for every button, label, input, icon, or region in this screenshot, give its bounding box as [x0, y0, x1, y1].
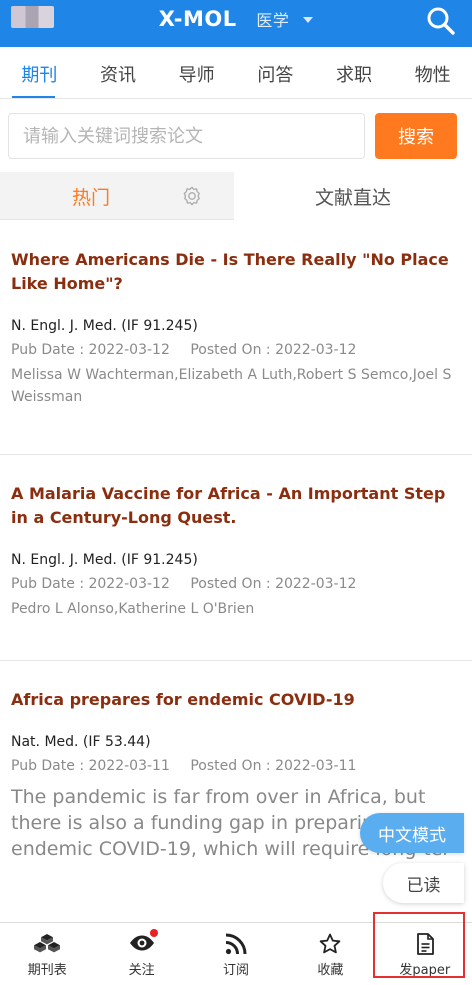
article-dates: Pub Date : 2022-03-12 Posted On : 2022-0… [11, 576, 461, 592]
app-title: X-MOL [158, 7, 237, 31]
tab-journals[interactable]: 期刊 [0, 47, 79, 98]
tab-properties[interactable]: 物性 [393, 47, 472, 98]
article-authors: Melissa W Wachterman,Elizabeth A Luth,Ro… [11, 367, 452, 405]
read-button[interactable]: 已读 [383, 863, 464, 903]
article-item[interactable]: A Malaria Vaccine for Africa - An Import… [0, 456, 472, 661]
article-title[interactable]: Africa prepares for endemic COVID-19 [11, 688, 461, 712]
sub-tabs: 热门 文献直达 [0, 172, 472, 220]
pub-date: Pub Date : 2022-03-12 [11, 576, 170, 592]
article-journal: Nat. Med. (IF 53.44) [11, 734, 151, 750]
notification-dot [150, 929, 159, 937]
article-item[interactable]: Where Americans Die - Is There Really "N… [0, 221, 472, 455]
nav-label: 收藏 [317, 963, 344, 978]
posted-date: Posted On : 2022-03-12 [190, 576, 357, 592]
posted-date: Posted On : 2022-03-12 [190, 342, 357, 358]
article-title[interactable]: A Malaria Vaccine for Africa - An Import… [11, 482, 461, 530]
nav-journal-list[interactable]: 期刊表 [0, 923, 94, 985]
search-button[interactable]: 搜索 [375, 113, 457, 159]
category-label: 医学 [256, 11, 290, 30]
tab-news[interactable]: 资讯 [79, 47, 158, 98]
nav-label: 期刊表 [27, 963, 67, 978]
nav-label: 关注 [128, 963, 155, 978]
nav-post-paper[interactable]: 发paper [378, 923, 472, 985]
chinese-mode-button[interactable]: 中文模式 [360, 813, 464, 853]
star-icon [320, 933, 341, 954]
pub-date: Pub Date : 2022-03-11 [11, 758, 170, 774]
article-authors: Pedro L Alonso,Katherine L O'Brien [11, 601, 255, 617]
nav-favorites[interactable]: 收藏 [283, 923, 377, 985]
app-header: X-MOL 医学 [0, 0, 472, 47]
posted-date: Posted On : 2022-03-11 [190, 758, 357, 774]
nav-label: 发paper [399, 963, 451, 978]
nav-subscribe[interactable]: 订阅 [189, 923, 283, 985]
tab-direct-literature[interactable]: 文献直达 [234, 172, 472, 220]
caret-down-icon [303, 17, 314, 23]
journals-icon [34, 934, 61, 953]
article-title[interactable]: Where Americans Die - Is There Really "N… [11, 248, 461, 296]
article-journal: N. Engl. J. Med. (IF 91.245) [11, 552, 198, 568]
gear-icon[interactable] [181, 185, 203, 207]
article-dates: Pub Date : 2022-03-11 Posted On : 2022-0… [11, 758, 461, 774]
nav-label: 订阅 [223, 963, 250, 978]
article-dates: Pub Date : 2022-03-12 Posted On : 2022-0… [11, 342, 461, 358]
tab-mentors[interactable]: 导师 [157, 47, 236, 98]
brand-selector[interactable]: X-MOL 医学 [0, 7, 472, 31]
tab-jobs[interactable]: 求职 [315, 47, 394, 98]
document-icon [416, 933, 434, 955]
main-tabs: 期刊 资讯 导师 问答 求职 物性 [0, 47, 472, 99]
search-icon[interactable] [426, 6, 456, 36]
tab-qa[interactable]: 问答 [236, 47, 315, 98]
pub-date: Pub Date : 2022-03-12 [11, 342, 170, 358]
search-input[interactable] [8, 113, 365, 159]
article-journal: N. Engl. J. Med. (IF 91.245) [11, 318, 198, 334]
nav-follow[interactable]: 关注 [94, 923, 188, 985]
rss-icon [225, 933, 247, 955]
bottom-nav: 期刊表 关注 订阅 收藏 发paper [0, 922, 472, 985]
